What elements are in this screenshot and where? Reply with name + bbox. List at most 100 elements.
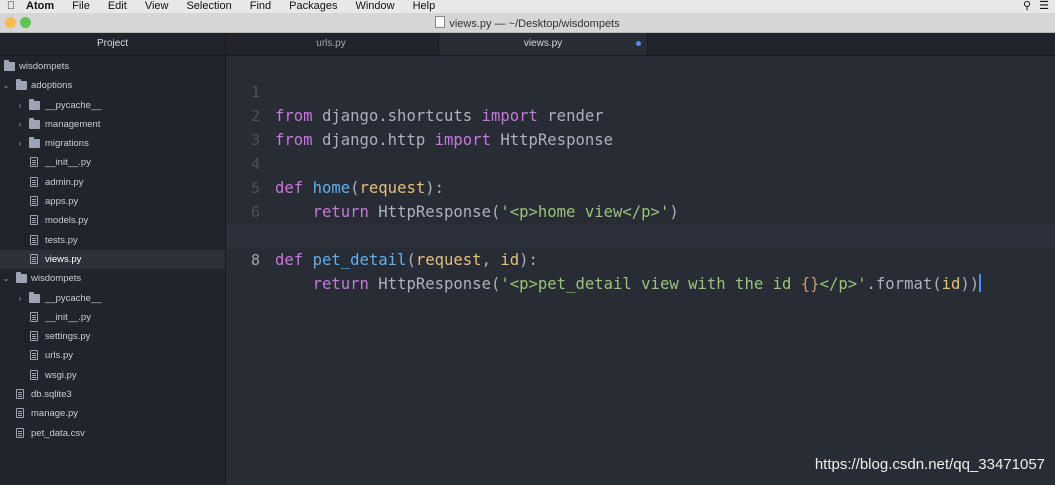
- folder-icon: [4, 60, 15, 71]
- file-icon: [30, 196, 38, 207]
- tab-label: urls.py: [316, 38, 346, 49]
- tree-item-label: management: [45, 118, 101, 130]
- tree-item-adoptions[interactable]: ⌄ adoptions: [0, 76, 225, 95]
- file-icon: [16, 408, 24, 419]
- chevron-down-icon[interactable]: ⌄: [2, 76, 10, 95]
- tab-views-py[interactable]: views.py: [438, 33, 648, 55]
- tree-item-manage-py[interactable]: manage.py: [0, 404, 225, 423]
- code-line[interactable]: 7 def pet_detail(request, id):: [226, 200, 1055, 269]
- project-tree-panel: Project wisdompets ⌄ adoptions › __pycac…: [0, 33, 226, 485]
- tree-item-urls-py[interactable]: urls.py: [0, 346, 225, 365]
- tree-item-wisdompets-root[interactable]: wisdompets: [0, 57, 225, 76]
- code-text: def pet_detail(request, id):: [275, 251, 538, 269]
- line-number: 8: [250, 251, 260, 269]
- file-icon: [16, 427, 24, 438]
- tree-item-label: settings.py: [45, 331, 91, 343]
- code-line[interactable]: 1 from django.shortcuts import render: [226, 56, 1055, 125]
- tree-item-settings-py[interactable]: settings.py: [0, 327, 225, 346]
- tree-item-label: wisdompets: [19, 61, 70, 72]
- tree-item-pet-data-csv[interactable]: pet_data.csv: [0, 424, 225, 443]
- tree-item-wsgi-py[interactable]: wsgi.py: [0, 366, 225, 385]
- menu-help[interactable]: Help: [404, 0, 445, 13]
- project-panel-header[interactable]: Project: [0, 33, 225, 56]
- tree-item-wisdompets-pkg[interactable]: ⌄ wisdompets: [0, 269, 225, 288]
- modified-indicator-icon[interactable]: [636, 41, 641, 46]
- chevron-right-icon[interactable]: ›: [16, 134, 24, 153]
- menu-view[interactable]: View: [136, 0, 178, 13]
- tree-item-management[interactable]: › management: [0, 115, 225, 134]
- chevron-down-icon[interactable]: ⌄: [2, 269, 10, 288]
- tree-item-label: wsgi.py: [45, 369, 77, 381]
- tree-item-migrations[interactable]: › migrations: [0, 134, 225, 153]
- tree-item-pycache[interactable]: › __pycache__: [0, 96, 225, 115]
- file-icon: [30, 253, 38, 264]
- tree-item-label: __pycache__: [45, 292, 102, 304]
- tree-item-label: __init__.py: [45, 157, 91, 169]
- file-icon: [30, 350, 38, 361]
- menu-file[interactable]: File: [63, 0, 99, 13]
- tree-item-label: apps.py: [45, 196, 79, 208]
- menu-find[interactable]: Find: [241, 0, 280, 13]
- chevron-right-icon[interactable]: ›: [16, 115, 24, 134]
- tree-item-models-py[interactable]: models.py: [0, 211, 225, 230]
- folder-icon: [29, 137, 40, 149]
- tree-item-label: urls.py: [45, 350, 73, 362]
- tab-bar: urls.py views.py: [226, 33, 1055, 56]
- spotlight-search-icon[interactable]: ⚲: [1023, 0, 1031, 13]
- tree-item-label: admin.py: [45, 176, 84, 188]
- tree-item-apps-py[interactable]: apps.py: [0, 192, 225, 211]
- tree-item-label: pet_data.csv: [31, 427, 85, 439]
- menu-edit[interactable]: Edit: [99, 0, 136, 13]
- folder-icon: [29, 117, 40, 129]
- tree-item-label: adoptions: [31, 80, 73, 92]
- code-line[interactable]: 2 from django.http import HttpResponse: [226, 80, 1055, 149]
- menu-bar:  Atom File Edit View Selection Find Pac…: [0, 0, 1055, 13]
- folder-icon: [29, 291, 40, 303]
- tree-item-init-py[interactable]: __init__.py: [0, 308, 225, 327]
- code-line[interactable]: 4 def home(request):: [226, 128, 1055, 197]
- tree-item-label: migrations: [45, 138, 89, 150]
- code-editor[interactable]: 1 from django.shortcuts import render 2 …: [226, 56, 1055, 485]
- tree-item-label: __pycache__: [45, 99, 102, 111]
- window-title-bar: views.py — ~/Desktop/wisdompets: [0, 13, 1055, 33]
- code-text: return HttpResponse('<p>pet_detail view …: [312, 274, 982, 293]
- folder-icon: [16, 272, 27, 284]
- file-icon: [30, 311, 38, 322]
- tree-item-admin-py[interactable]: admin.py: [0, 173, 225, 192]
- tree-item-pycache[interactable]: › __pycache__: [0, 289, 225, 308]
- tree-item-label: wisdompets: [31, 273, 82, 285]
- menu-window[interactable]: Window: [346, 0, 403, 13]
- tree-item-tests-py[interactable]: tests.py: [0, 231, 225, 250]
- code-line[interactable]: 6: [226, 176, 1055, 221]
- file-icon: [30, 234, 38, 245]
- chevron-right-icon[interactable]: ›: [16, 289, 24, 308]
- notification-list-icon[interactable]: ☰: [1039, 0, 1049, 13]
- chevron-right-icon[interactable]: ›: [16, 96, 24, 115]
- apple-icon[interactable]: : [0, 0, 22, 13]
- menu-app-atom[interactable]: Atom: [22, 0, 63, 13]
- tab-urls-py[interactable]: urls.py: [226, 33, 436, 55]
- folder-icon: [16, 79, 27, 91]
- file-icon: [30, 331, 38, 342]
- watermark-url: https://blog.csdn.net/qq_33471057: [814, 456, 1045, 473]
- tree-item-label: manage.py: [31, 408, 79, 420]
- file-icon: [30, 176, 38, 187]
- window-title: views.py — ~/Desktop/wisdompets: [449, 18, 620, 30]
- file-icon: [30, 157, 38, 168]
- tree-item-init-py[interactable]: __init__.py: [0, 153, 225, 172]
- tree-item-label: views.py: [45, 253, 82, 265]
- menu-selection[interactable]: Selection: [177, 0, 240, 13]
- tree-item-label: models.py: [45, 215, 89, 227]
- tree-item-db-sqlite3[interactable]: db.sqlite3: [0, 385, 225, 404]
- file-icon: [16, 389, 24, 400]
- code-line[interactable]: 5 return HttpResponse('<p>home view</p>'…: [226, 152, 1055, 221]
- document-icon: [435, 16, 446, 28]
- menu-packages[interactable]: Packages: [280, 0, 346, 13]
- tree-item-label: tests.py: [45, 234, 78, 246]
- text-cursor: [979, 274, 982, 292]
- file-icon: [30, 369, 38, 380]
- tree-item-views-py[interactable]: views.py: [0, 249, 225, 270]
- tree-item-label: db.sqlite3: [31, 389, 72, 401]
- code-line-current[interactable]: 8 return HttpResponse('<p>pet_detail vie…: [226, 224, 1055, 293]
- code-line[interactable]: 3: [226, 104, 1055, 149]
